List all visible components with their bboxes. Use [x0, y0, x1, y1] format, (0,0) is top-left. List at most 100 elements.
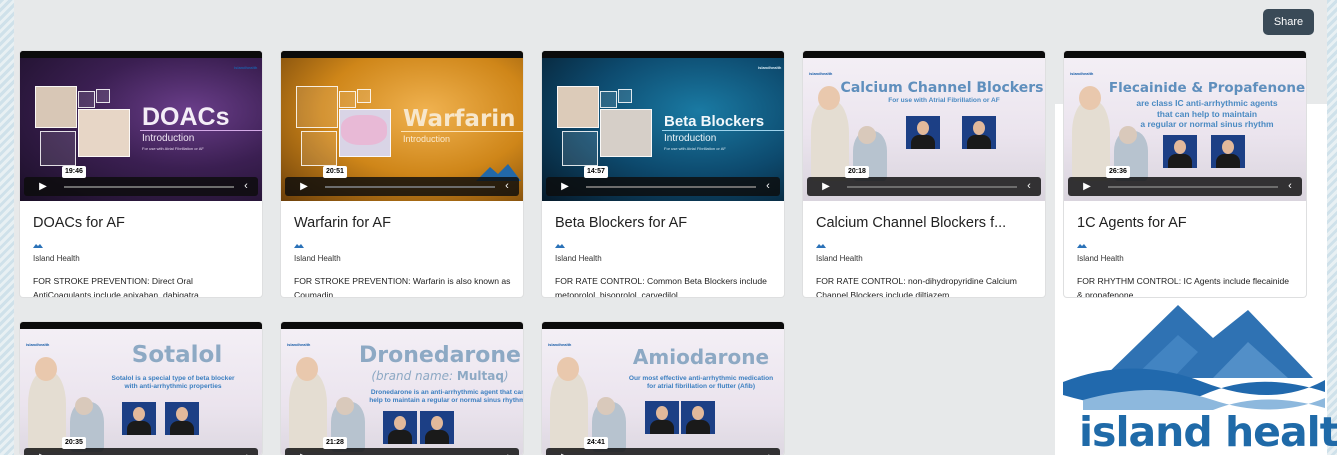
- progress-bar[interactable]: [325, 186, 495, 188]
- video-card[interactable]: islandhealth Flecainide & Propafenone ar…: [1064, 51, 1306, 297]
- video-controls: 20:18 ▶ ‹: [807, 166, 1041, 196]
- presenter-headshot: [1211, 135, 1245, 168]
- thumb-title: Flecainide & Propafenone: [1108, 80, 1306, 96]
- presenter-headshot: [165, 402, 199, 435]
- island-health-logo: island health: [1063, 300, 1337, 455]
- thumb-logo: islandhealth: [809, 71, 833, 76]
- thumb-logo: islandhealth: [548, 342, 572, 347]
- play-icon[interactable]: ▶: [552, 179, 578, 194]
- progress-bar[interactable]: [64, 186, 234, 188]
- thumb-logo: islandhealth: [234, 65, 258, 70]
- island-health-icon: [555, 244, 565, 248]
- video-controls: 14:57 ▶ ‹: [546, 166, 780, 196]
- video-thumbnail[interactable]: islandhealth Calcium Channel Blockers Fo…: [803, 51, 1045, 201]
- video-card[interactable]: Warfarin Introduction 20:51 ▶ ‹ Warfarin…: [281, 51, 523, 297]
- thumb-subtitle: Sotalol is a special type of beta blocke…: [111, 375, 235, 391]
- thumb-subtitle: Dronedarone is an anti-arrhythmic agent …: [369, 389, 523, 405]
- video-card[interactable]: islandhealth Dronedarone (brand name: Mu…: [281, 322, 523, 455]
- video-controls: 19:46 ▶ ‹: [24, 166, 258, 196]
- chevron-left-icon[interactable]: ‹: [1283, 179, 1297, 194]
- video-card[interactable]: islandhealth Amiodarone Our most effecti…: [542, 322, 784, 455]
- thumb-brand-name: (brand name: Multaq): [371, 369, 509, 383]
- chevron-left-icon[interactable]: ‹: [239, 179, 253, 194]
- presenter-headshot: [420, 411, 454, 444]
- thumb-subtitle: are class IC anti-arrhythmic agents that…: [1136, 98, 1278, 130]
- chevron-left-icon[interactable]: ‹: [500, 450, 514, 455]
- video-card[interactable]: islandhealth Calcium Channel Blockers Fo…: [803, 51, 1045, 297]
- duration-badge: 14:57: [584, 166, 608, 178]
- thumb-title: Calcium Channel Blockers: [840, 80, 1044, 96]
- duration-badge: 26:36: [1106, 166, 1130, 178]
- org-name: Island Health: [816, 254, 863, 263]
- presenter-headshot: [645, 401, 679, 434]
- video-title[interactable]: Beta Blockers for AF: [555, 215, 687, 231]
- video-description: FOR RATE CONTROL: Common Beta Blockers i…: [555, 276, 767, 297]
- org-name: Island Health: [33, 254, 80, 263]
- video-thumbnail[interactable]: islandhealth DOACs Introduction For use …: [20, 51, 262, 201]
- video-description: FOR RHYTHM CONTROL: IC Agents include fl…: [1077, 276, 1290, 297]
- logo-wordmark: island health: [1079, 408, 1337, 455]
- video-title[interactable]: 1C Agents for AF: [1077, 215, 1187, 231]
- thumb-title: Amiodarone: [632, 345, 770, 369]
- presenter-headshot: [906, 116, 940, 149]
- mountain-logo-icon: [1063, 305, 1325, 410]
- play-icon[interactable]: ▶: [30, 450, 56, 455]
- video-card[interactable]: islandhealth DOACs Introduction For use …: [20, 51, 262, 297]
- duration-badge: 20:18: [845, 166, 869, 178]
- play-icon[interactable]: ▶: [552, 450, 578, 455]
- thumb-logo: islandhealth: [758, 65, 782, 70]
- video-thumbnail[interactable]: islandhealth Beta Blockers Introduction …: [542, 51, 784, 201]
- chevron-left-icon[interactable]: ‹: [1022, 179, 1036, 194]
- progress-bar[interactable]: [586, 186, 756, 188]
- duration-badge: 20:35: [62, 437, 86, 449]
- video-thumbnail[interactable]: Warfarin Introduction 20:51 ▶ ‹: [281, 51, 523, 201]
- progress-bar[interactable]: [847, 186, 1017, 188]
- video-thumbnail[interactable]: islandhealth Sotalol Sotalol is a specia…: [20, 322, 262, 455]
- thumb-logo: islandhealth: [287, 342, 311, 347]
- play-icon[interactable]: ▶: [1074, 179, 1100, 194]
- presenter-headshot: [383, 411, 417, 444]
- thumb-subtitle: Introduction: [664, 133, 717, 144]
- play-icon[interactable]: ▶: [291, 179, 317, 194]
- video-title[interactable]: Calcium Channel Blockers f...: [816, 215, 1006, 231]
- right-edge-decoration: [1327, 0, 1337, 455]
- presenter-headshot: [681, 401, 715, 434]
- play-icon[interactable]: ▶: [30, 179, 56, 194]
- video-controls: 24:41 ▶ ‹: [546, 437, 780, 455]
- duration-badge: 24:41: [584, 437, 608, 449]
- chevron-left-icon[interactable]: ‹: [500, 179, 514, 194]
- video-thumbnail[interactable]: islandhealth Amiodarone Our most effecti…: [542, 322, 784, 455]
- video-controls: 20:51 ▶ ‹: [285, 166, 519, 196]
- video-controls: 26:36 ▶ ‹: [1068, 166, 1302, 196]
- thumb-caption: For use with Atrial Fibrillation or AF: [142, 146, 204, 151]
- island-health-icon: [1077, 244, 1087, 248]
- chevron-left-icon[interactable]: ‹: [239, 450, 253, 455]
- video-description: FOR STROKE PREVENTION: Warfarin is also …: [294, 276, 511, 297]
- share-button[interactable]: Share: [1263, 9, 1314, 35]
- thumb-title: Beta Blockers: [664, 113, 765, 130]
- left-edge-decoration: [0, 0, 14, 455]
- presenter-headshot: [962, 116, 996, 149]
- progress-bar[interactable]: [1108, 186, 1278, 188]
- chevron-left-icon[interactable]: ‹: [761, 450, 775, 455]
- duration-badge: 21:28: [323, 437, 347, 449]
- video-title[interactable]: DOACs for AF: [33, 215, 125, 231]
- thumb-title: Sotalol: [131, 342, 223, 368]
- video-card[interactable]: islandhealth Sotalol Sotalol is a specia…: [20, 322, 262, 455]
- play-icon[interactable]: ▶: [291, 450, 317, 455]
- thumb-logo: islandhealth: [26, 342, 50, 347]
- video-thumbnail[interactable]: islandhealth Dronedarone (brand name: Mu…: [281, 322, 523, 455]
- org-name: Island Health: [1077, 254, 1124, 263]
- video-thumbnail[interactable]: islandhealth Flecainide & Propafenone ar…: [1064, 51, 1306, 201]
- presenter-headshot: [1163, 135, 1197, 168]
- island-health-icon: [294, 244, 304, 248]
- video-title[interactable]: Warfarin for AF: [294, 215, 391, 231]
- video-card[interactable]: islandhealth Beta Blockers Introduction …: [542, 51, 784, 297]
- presenter-headshot: [122, 402, 156, 435]
- chevron-left-icon[interactable]: ‹: [761, 179, 775, 194]
- org-name: Island Health: [555, 254, 602, 263]
- thumb-caption: For use with Atrial Fibrillation or AF: [664, 146, 726, 151]
- thumb-subtitle: Introduction: [403, 134, 451, 144]
- island-health-icon: [33, 244, 43, 248]
- play-icon[interactable]: ▶: [813, 179, 839, 194]
